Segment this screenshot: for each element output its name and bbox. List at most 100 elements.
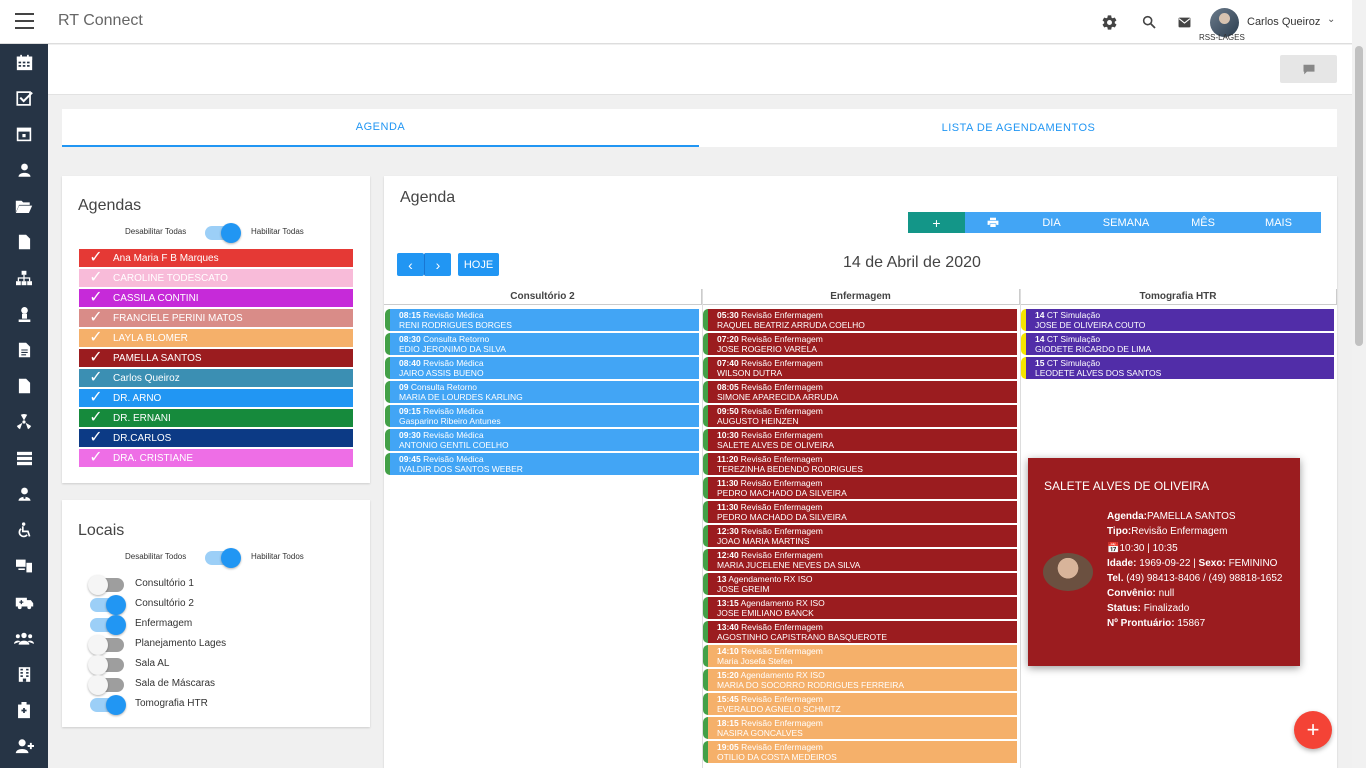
local-toggle[interactable] <box>88 635 124 655</box>
appointment-event[interactable]: 11:20 Revisão Enfermagem TEREZINHA BEDEND… <box>703 453 1017 475</box>
appointment-event[interactable]: 15:45 Revisão Enfermagem EVERALDO AGNELO … <box>703 693 1017 715</box>
view-more-button[interactable]: MAIS <box>1236 212 1321 233</box>
agenda-item-label: Carlos Queiroz <box>113 372 180 384</box>
appointment-patient: PEDRO MACHADO DA SILVEIRA <box>717 488 847 498</box>
local-label: Consultório 2 <box>135 598 194 609</box>
appointment-event[interactable]: 09:45 Revisão Médica IVALDIR DOS SANTOS W… <box>385 453 699 475</box>
appointment-event[interactable]: 13:40 Revisão Enfermagem AGOSTINHO CAPIST… <box>703 621 1017 643</box>
appointment-event[interactable]: 07:40 Revisão Enfermagem WILSON DUTRA <box>703 357 1017 379</box>
menu-icon[interactable] <box>15 13 34 29</box>
appointment-event[interactable]: 09:50 Revisão Enfermagem AUGUSTO HEINZEN <box>703 405 1017 427</box>
appointment-event[interactable]: 14 CT Simulação GIODETE RICARDO DE LIMA <box>1021 333 1334 355</box>
tab-lista-agendamentos[interactable]: LISTA DE AGENDAMENTOS <box>700 109 1337 147</box>
gear-icon[interactable] <box>1099 12 1119 32</box>
devices-icon[interactable] <box>0 548 48 584</box>
radiation-icon[interactable] <box>0 404 48 440</box>
local-toggle[interactable] <box>90 695 126 715</box>
document-icon[interactable] <box>0 332 48 368</box>
local-toggle[interactable] <box>88 575 124 595</box>
local-toggle[interactable] <box>90 615 126 635</box>
locais-toggle-all[interactable] <box>205 548 241 568</box>
tab-agenda[interactable]: AGENDA <box>62 109 699 147</box>
file-outline-icon[interactable] <box>0 368 48 404</box>
checkbox-icon[interactable] <box>0 80 48 116</box>
agendas-toggle-all[interactable] <box>205 223 241 243</box>
mail-icon[interactable] <box>1174 12 1194 32</box>
user-md-icon[interactable] <box>0 476 48 512</box>
appointment-event[interactable]: 12:30 Revisão Enfermagem JOAO MARIA MARTI… <box>703 525 1017 547</box>
agenda-item[interactable]: ✓ CAROLINE TODESCATO <box>79 269 353 287</box>
local-toggle[interactable] <box>90 595 126 615</box>
search-icon[interactable] <box>1139 12 1159 32</box>
agenda-item[interactable]: ✓ Ana Maria F B Marques <box>79 249 353 267</box>
agenda-item[interactable]: ✓ LAYLA BLOMER <box>79 329 353 347</box>
appointment-event[interactable]: 15 CT Simulação LEODETE ALVES DOS SANTOS <box>1021 357 1334 379</box>
agenda-item[interactable]: ✓ CASSILA CONTINI <box>79 289 353 307</box>
locais-disable-all-label: Desabilitar Todos <box>125 552 187 561</box>
appointment-event[interactable]: 13 Agendamento RX ISO JOSE GREIM <box>703 573 1017 595</box>
ambulance-icon[interactable] <box>0 584 48 620</box>
print-button[interactable] <box>965 212 1021 233</box>
view-month-button[interactable]: MÊS <box>1170 212 1236 233</box>
user-name[interactable]: Carlos Queiroz <box>1247 16 1320 28</box>
appointment-type: Revisão Enfermagem <box>741 382 823 392</box>
appointment-event[interactable]: 08:15 Revisão Médica RENI RODRIGUES BORGE… <box>385 309 699 331</box>
server-icon[interactable] <box>0 440 48 476</box>
appointment-event[interactable]: 19:05 Revisão Enfermagem OTILIO DA COSTA … <box>703 741 1017 763</box>
appointment-event[interactable]: 13:15 Agendamento RX ISO JOSE EMILIANO BA… <box>703 597 1017 619</box>
appointment-event[interactable]: 07:20 Revisão Enfermagem JOSE ROGERIO VAR… <box>703 333 1017 355</box>
chat-button[interactable] <box>1280 55 1337 83</box>
view-week-button[interactable]: SEMANA <box>1082 212 1170 233</box>
scrollbar-thumb[interactable] <box>1355 46 1363 346</box>
agenda-item[interactable]: ✓ DR. ARNO <box>79 389 353 407</box>
agenda-item[interactable]: ✓ PAMELLA SANTOS <box>79 349 353 367</box>
lamp-icon[interactable] <box>0 296 48 332</box>
appointment-event[interactable]: 11:30 Revisão Enfermagem PEDRO MACHADO DA… <box>703 501 1017 523</box>
next-button[interactable]: › <box>424 253 451 276</box>
local-toggle[interactable] <box>88 655 124 675</box>
appointment-event[interactable]: 15:20 Agendamento RX ISO MARIA DO SOCORRO… <box>703 669 1017 691</box>
view-day-button[interactable]: DIA <box>1021 212 1082 233</box>
appointment-event[interactable]: 09:30 Revisão Médica ANTONIO GENTIL COELH… <box>385 429 699 451</box>
appointment-event[interactable]: 10:30 Revisão Enfermagem SALETE ALVES DE … <box>703 429 1017 451</box>
agenda-item[interactable]: ✓ Carlos Queiroz <box>79 369 353 387</box>
today-button[interactable]: HOJE <box>458 253 499 276</box>
appointment-event[interactable]: 14:10 Revisão Enfermagem Maria Josefa Ste… <box>703 645 1017 667</box>
event-icon[interactable] <box>0 116 48 152</box>
building-icon[interactable] <box>0 656 48 692</box>
appointment-event[interactable]: 08:40 Revisão Médica JAIRO ASSIS BUENO <box>385 357 699 379</box>
appointment-event[interactable]: 12:40 Revisão Enfermagem MARIA JUCELENE N… <box>703 549 1017 571</box>
local-label: Consultório 1 <box>135 578 194 589</box>
hospital-icon[interactable] <box>0 692 48 728</box>
appointment-patient: PEDRO MACHADO DA SILVEIRA <box>717 512 847 522</box>
appointment-event[interactable]: 14 CT Simulação JOSE DE OLIVEIRA COUTO <box>1021 309 1334 331</box>
wheelchair-icon[interactable] <box>0 512 48 548</box>
agenda-item[interactable]: ✓ DR.CARLOS <box>79 429 353 447</box>
appointment-event[interactable]: 05:30 Revisão Enfermagem RAQUEL BEATRIZ A… <box>703 309 1017 331</box>
sitemap-icon[interactable] <box>0 260 48 296</box>
add-appointment-button[interactable]: + <box>908 212 965 233</box>
appointment-type: Revisão Médica <box>423 430 484 440</box>
prev-button[interactable]: ‹ <box>397 253 424 276</box>
appointment-event[interactable]: 08:30 Consulta Retorno EDIO JERONIMO DA S… <box>385 333 699 355</box>
user-plus-icon[interactable] <box>0 728 48 764</box>
file-icon[interactable] <box>0 224 48 260</box>
users-icon[interactable] <box>0 620 48 656</box>
appointment-event[interactable]: 09:15 Revisão Médica Gasparino Ribeiro An… <box>385 405 699 427</box>
local-toggle[interactable] <box>88 675 124 695</box>
check-icon: ✓ <box>89 289 103 306</box>
page-scrollbar[interactable] <box>1352 0 1366 768</box>
calendar-icon[interactable] <box>0 44 48 80</box>
user-icon[interactable] <box>0 152 48 188</box>
appointment-event[interactable]: 11:30 Revisão Enfermagem PEDRO MACHADO DA… <box>703 477 1017 499</box>
agenda-item[interactable]: ✓ DR. ERNANI <box>79 409 353 427</box>
chevron-down-icon[interactable]: ⌄ <box>1327 14 1335 25</box>
fab-add-button[interactable]: + <box>1294 711 1332 749</box>
appointment-event[interactable]: 09 Consulta Retorno MARIA DE LOURDES KARL… <box>385 381 699 403</box>
appointment-event[interactable]: 18:15 Revisão Enfermagem NASIRA GONCALVES <box>703 717 1017 739</box>
agenda-item[interactable]: ✓ DRA. CRISTIANE <box>79 449 353 467</box>
agenda-item[interactable]: ✓ FRANCIELE PERINI MATOS <box>79 309 353 327</box>
label-prontuario: Nº Prontuário: <box>1107 618 1175 629</box>
folder-open-icon[interactable] <box>0 188 48 224</box>
appointment-event[interactable]: 08:05 Revisão Enfermagem SIMONE APARECIDA… <box>703 381 1017 403</box>
